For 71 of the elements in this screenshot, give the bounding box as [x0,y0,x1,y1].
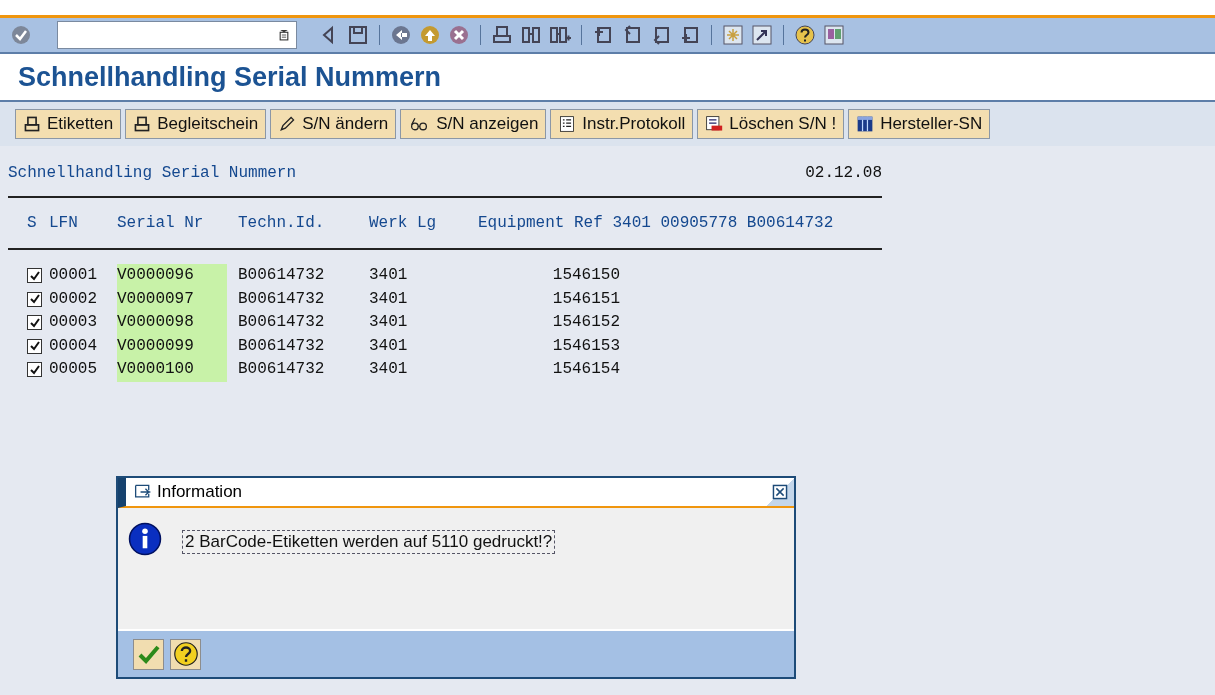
row-checkbox[interactable] [27,338,42,354]
info-icon [128,522,162,556]
toolbar-button[interactable]: S/N anzeigen [400,109,547,139]
table-cell-text: 00001 [49,265,98,286]
table-cell: V0000097 [117,287,227,311]
row-checkbox[interactable] [27,291,42,307]
cancel-icon[interactable] [448,24,470,46]
column-header: Werk Lg [369,213,438,234]
table-cell-text: B00614732 [238,359,326,380]
toolbar-button[interactable]: Etiketten [15,109,122,139]
table-cell-text: B00614732 [238,288,326,310]
table-cell-text: 00004 [49,335,98,357]
toolbar-button[interactable]: S/N ändern [270,109,397,139]
column-header: Serial Nr [117,213,205,234]
dropdown-icon[interactable] [278,28,290,42]
table-cell-text: 3401 [369,288,409,310]
table-cell-text: 00005 [49,359,98,380]
pencil-icon [278,115,297,133]
table-cell-text: 00002 [49,288,98,310]
help-button[interactable] [170,638,201,670]
toolbar-button[interactable]: Löschen S/N ! [697,109,845,139]
table-cell-text: 00003 [49,312,98,333]
table-cell-text: 3401 [369,335,409,357]
confirm-icon [10,24,32,46]
confirm-button[interactable] [133,638,164,670]
row-checkbox[interactable] [27,268,42,284]
table-cell-text: 1546154 [551,359,620,380]
dialog-message: 2 BarCode-Etiketten werden auf 5110 gedruckt!? [182,530,556,554]
back-circle-icon[interactable] [390,24,412,46]
help-icon[interactable] [794,24,816,46]
printer-icon [23,115,41,133]
table-cell: V0000098 [117,311,227,335]
row-checkbox[interactable] [27,362,42,378]
table-cell-text: B00614732 [238,335,326,357]
toolbar-button[interactable]: Begleitschein [125,109,267,139]
up-circle-icon[interactable] [419,24,441,46]
column-header: Techn.Id. [238,213,326,234]
column-header: LFN [49,213,79,234]
report-date: 02.12.08 [805,164,882,184]
delete-list-icon [705,115,724,133]
toolbar-button[interactable]: Instr.Protokoll [550,109,694,139]
table-cell-text: 1546153 [551,335,620,357]
printer-icon[interactable] [491,24,513,46]
command-field[interactable] [57,21,297,49]
table-cell-text: 3401 [369,265,409,286]
printer-icon [133,115,152,133]
layout-icon[interactable] [823,24,845,46]
table-cell-text: 1546151 [551,288,620,310]
table-cell: V0000100 [117,358,227,382]
close-icon[interactable] [772,484,788,500]
column-header: Equipment Ref 3401 00905778 B00614732 [478,213,835,234]
toolbar-button[interactable]: Hersteller-SN [848,109,991,139]
table-cell-text: 3401 [369,359,409,380]
row-checkbox[interactable] [27,315,42,331]
save-icon[interactable] [347,24,369,46]
table-cell-text: 3401 [369,312,409,333]
column-header: S [27,213,38,234]
table-cell-text: 1546152 [551,312,620,333]
screen-title: Schnellhandling Serial Nummern [18,61,442,93]
report-heading: Schnellhandling Serial Nummern [8,164,297,184]
dialog-title: Information [157,482,244,502]
help-icon [172,641,199,667]
shortcut-icon[interactable] [751,24,773,46]
list-icon [558,115,577,133]
table-cell: V0000096 [117,264,227,288]
new-session-icon[interactable] [722,24,744,46]
table-cell-text: B00614732 [238,265,326,286]
table-cell: V0000099 [117,334,227,358]
table-cell-text: B00614732 [238,312,326,333]
table-cell-text: 1546150 [551,265,620,286]
grid-icon [856,115,875,133]
